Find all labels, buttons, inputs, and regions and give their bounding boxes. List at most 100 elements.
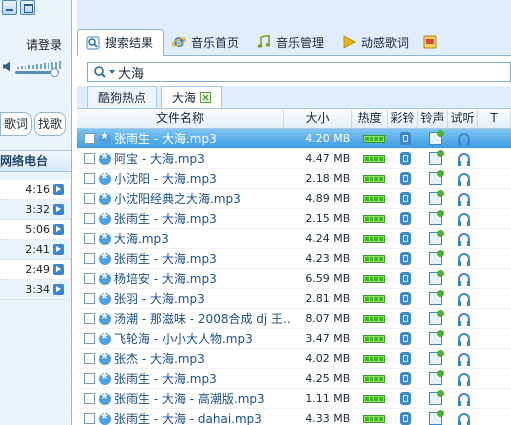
radio-list-item[interactable]: 2:41 xyxy=(0,240,70,260)
headphones-icon[interactable] xyxy=(458,313,471,326)
row-checkbox[interactable] xyxy=(84,133,95,144)
ringtone-icon[interactable] xyxy=(428,350,444,365)
play-icon[interactable] xyxy=(53,284,64,295)
file-name[interactable]: 张雨生 - 大海 - dahai.mp3 xyxy=(114,410,290,425)
phone-ring-icon[interactable] xyxy=(400,252,412,265)
headphones-icon[interactable] xyxy=(458,273,471,286)
radio-list-item[interactable]: 5:06 xyxy=(0,220,70,240)
phone-ring-icon[interactable] xyxy=(400,312,412,325)
table-row[interactable]: 小沈阳经典之大海.mp3 4.89 MB xyxy=(77,189,511,209)
tab-music-home[interactable]: e 音乐首页 xyxy=(164,29,249,55)
file-name[interactable]: 张雨生 - 大海.mp3 xyxy=(114,130,290,147)
table-row[interactable]: 张杰 - 大海.mp3 4.02 MB xyxy=(77,349,511,369)
file-name[interactable]: 大海.mp3 xyxy=(114,230,290,247)
tab-kugou-hot[interactable]: 酷狗热点 xyxy=(87,86,158,108)
phone-ring-icon[interactable] xyxy=(400,352,412,365)
play-icon[interactable] xyxy=(53,244,64,255)
volume-slider-knob[interactable] xyxy=(50,68,59,77)
ringtone-icon[interactable] xyxy=(428,130,444,145)
headphones-icon[interactable] xyxy=(458,333,471,346)
headphones-icon[interactable] xyxy=(458,293,471,306)
table-row[interactable]: 张羽 - 大海.mp3 2.81 MB xyxy=(77,289,511,309)
phone-ring-icon[interactable] xyxy=(400,412,412,425)
file-name[interactable]: 阿宝 - 大海.mp3 xyxy=(114,150,290,167)
col-ringtone[interactable]: 铃声 xyxy=(418,109,448,128)
row-checkbox[interactable] xyxy=(84,233,95,244)
row-checkbox[interactable] xyxy=(84,313,95,324)
search-box[interactable] xyxy=(87,62,511,82)
table-row[interactable]: 张雨生 - 大海.mp3 4.23 MB xyxy=(77,249,511,269)
ringtone-icon[interactable] xyxy=(428,290,444,305)
phone-ring-icon[interactable] xyxy=(400,332,412,345)
ringtone-icon[interactable] xyxy=(428,230,444,245)
file-name[interactable]: 小沈阳 - 大海.mp3 xyxy=(114,170,290,187)
col-hot[interactable]: 热度 xyxy=(352,109,388,128)
tab-search-results[interactable]: 搜索结果 xyxy=(77,29,165,56)
play-icon[interactable] xyxy=(53,204,64,215)
col-color-ring[interactable]: 彩铃 xyxy=(388,109,418,128)
row-checkbox[interactable] xyxy=(84,273,95,284)
volume-control[interactable] xyxy=(3,60,63,77)
table-row[interactable]: 飞轮海 - 小小大人物.mp3 3.47 MB xyxy=(77,329,511,349)
maximize-button[interactable] xyxy=(20,0,35,15)
file-name[interactable]: 汤潮 - 那滋味 - 2008合成 dj 王... xyxy=(114,310,290,327)
row-checkbox[interactable] xyxy=(84,153,95,164)
ringtone-icon[interactable] xyxy=(428,270,444,285)
file-name[interactable]: 张雨生 - 大海.mp3 xyxy=(114,370,290,387)
ringtone-icon[interactable] xyxy=(428,150,444,165)
phone-ring-icon[interactable] xyxy=(400,272,412,285)
row-checkbox[interactable] xyxy=(84,193,95,204)
radio-list-item[interactable]: 3:34 xyxy=(0,280,70,300)
table-row[interactable]: 小沈阳 - 大海.mp3 2.18 MB xyxy=(77,169,511,189)
table-row[interactable]: 阿宝 - 大海.mp3 4.47 MB xyxy=(77,149,511,169)
search-dropdown-icon[interactable] xyxy=(109,70,115,74)
phone-ring-icon[interactable] xyxy=(400,152,412,165)
row-checkbox[interactable] xyxy=(84,333,95,344)
row-checkbox[interactable] xyxy=(84,213,95,224)
headphones-icon[interactable] xyxy=(458,173,471,186)
table-row[interactable]: 张雨生 - 大海 - 高潮版.mp3 1.11 MB xyxy=(77,389,511,409)
headphones-icon[interactable] xyxy=(458,353,471,366)
headphones-icon[interactable] xyxy=(458,373,471,386)
headphones-icon[interactable] xyxy=(458,153,471,166)
row-checkbox[interactable] xyxy=(84,353,95,364)
col-more[interactable]: T xyxy=(478,109,511,128)
row-checkbox[interactable] xyxy=(84,173,95,184)
ringtone-icon[interactable] xyxy=(428,410,444,425)
col-filename[interactable]: 文件名称 xyxy=(77,109,284,128)
login-link[interactable]: 请登录 xyxy=(26,36,62,53)
headphones-icon[interactable] xyxy=(458,133,471,146)
table-row[interactable]: 大海.mp3 4.24 MB xyxy=(77,229,511,249)
play-icon[interactable] xyxy=(53,264,64,275)
table-row[interactable]: 张雨生 - 大海.mp3 4.25 MB xyxy=(77,369,511,389)
tab-dahai[interactable]: 大海 xyxy=(161,86,223,108)
file-name[interactable]: 张羽 - 大海.mp3 xyxy=(114,290,290,307)
headphones-icon[interactable] xyxy=(458,393,471,406)
ringtone-icon[interactable] xyxy=(428,210,444,225)
close-tab-icon[interactable] xyxy=(200,92,212,103)
ringtone-icon[interactable] xyxy=(428,190,444,205)
phone-ring-icon[interactable] xyxy=(400,292,412,305)
file-name[interactable]: 杨培安 - 大海.mp3 xyxy=(114,270,290,287)
headphones-icon[interactable] xyxy=(458,413,471,425)
phone-ring-icon[interactable] xyxy=(400,172,412,185)
ringtone-icon[interactable] xyxy=(428,170,444,185)
radio-list-item[interactable]: 2:49 xyxy=(0,260,70,280)
table-row[interactable]: 汤潮 - 那滋味 - 2008合成 dj 王... 8.07 MB xyxy=(77,309,511,329)
phone-ring-icon[interactable] xyxy=(400,132,412,145)
radio-list-item[interactable]: 3:32 xyxy=(0,200,70,220)
ringtone-icon[interactable] xyxy=(428,310,444,325)
file-name[interactable]: 张雨生 - 大海.mp3 xyxy=(114,250,290,267)
radio-list-item[interactable]: 4:16 xyxy=(0,180,70,200)
row-checkbox[interactable] xyxy=(84,293,95,304)
ringtone-icon[interactable] xyxy=(428,330,444,345)
row-checkbox[interactable] xyxy=(84,393,95,404)
search-icon[interactable] xyxy=(91,63,109,81)
phone-ring-icon[interactable] xyxy=(400,212,412,225)
phone-ring-icon[interactable] xyxy=(400,372,412,385)
phone-ring-icon[interactable] xyxy=(400,392,412,405)
file-name[interactable]: 小沈阳经典之大海.mp3 xyxy=(114,190,290,207)
search-input[interactable] xyxy=(118,64,498,80)
tab-music-manage[interactable]: 音乐管理 xyxy=(249,29,334,55)
tab-more[interactable] xyxy=(419,29,441,55)
